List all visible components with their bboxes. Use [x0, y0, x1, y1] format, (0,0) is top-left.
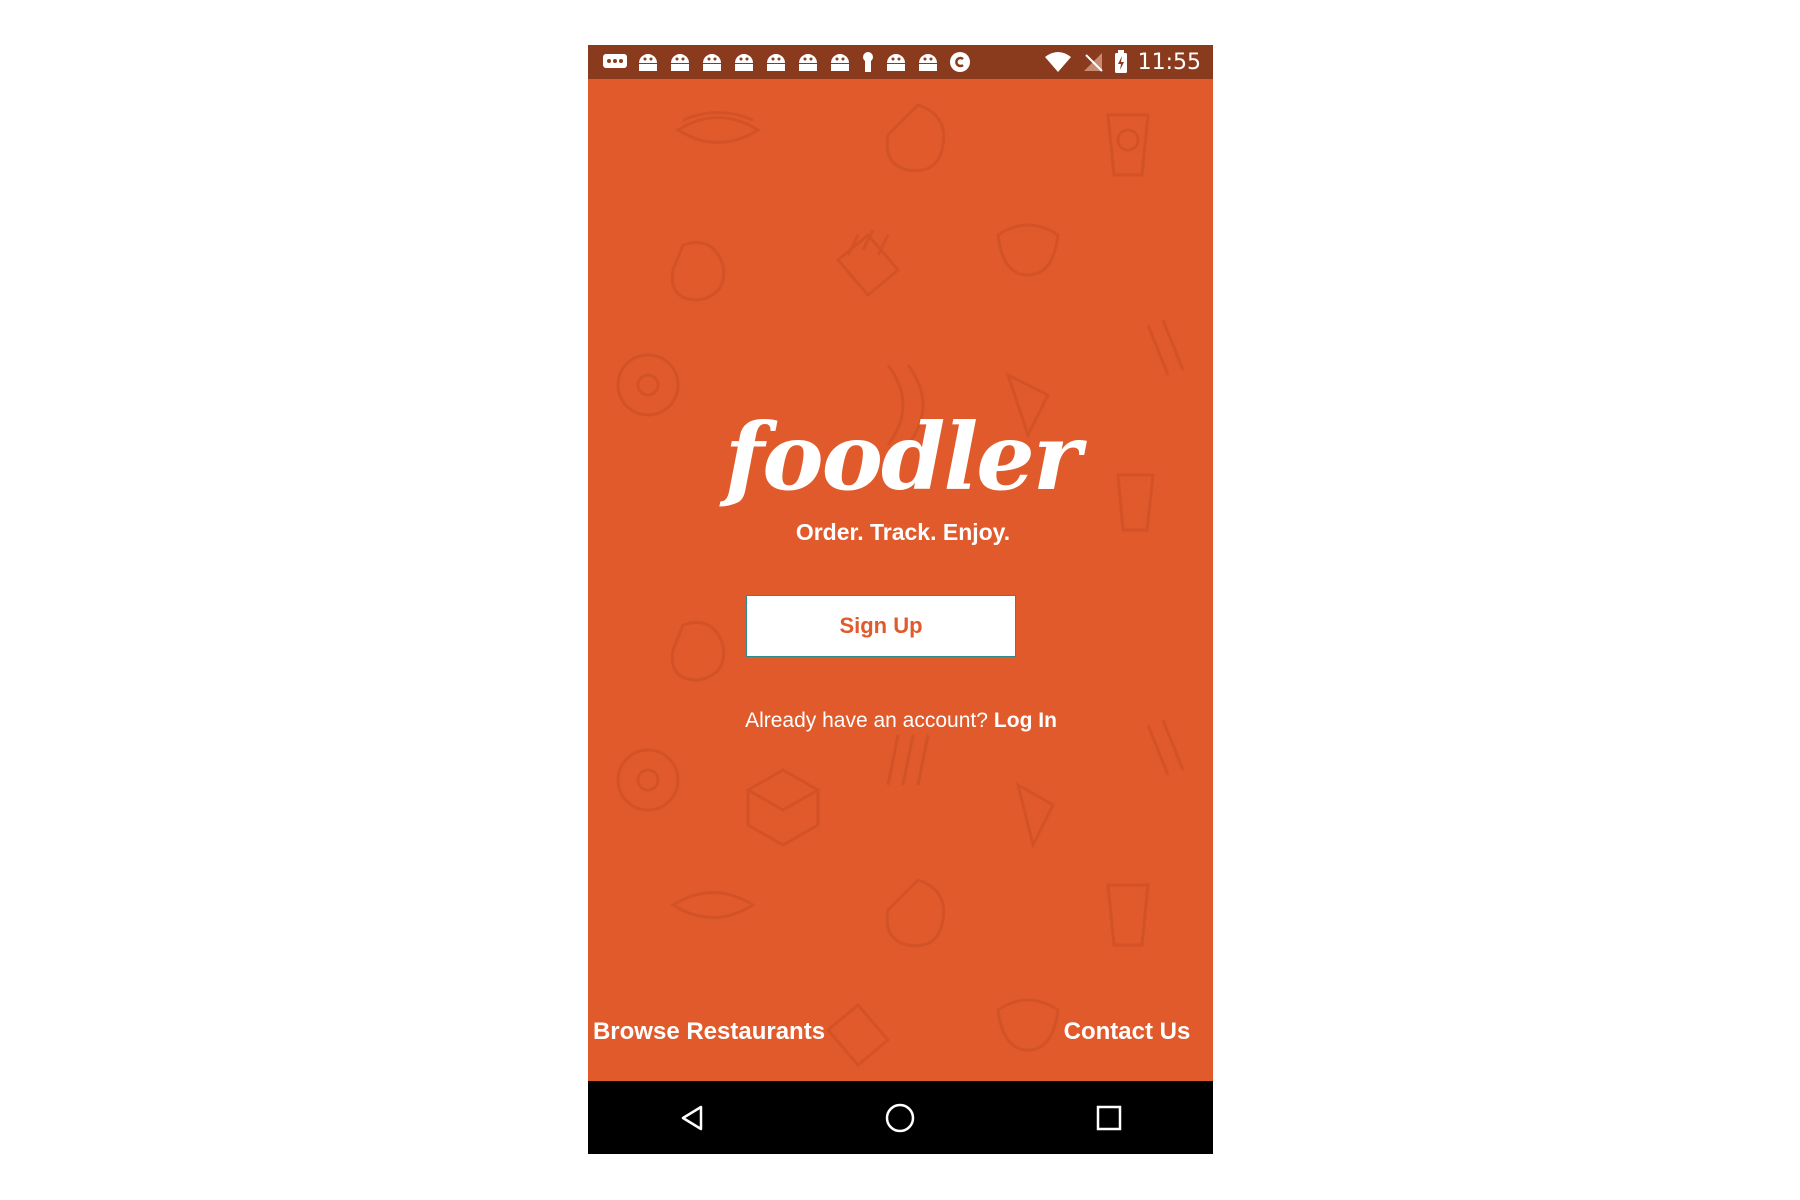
toolbar	[588, 79, 1213, 167]
nav-home-button[interactable]	[870, 1088, 930, 1148]
copyright-icon	[950, 52, 970, 72]
home-icon	[886, 1103, 915, 1132]
navigation-bar	[588, 1081, 1213, 1154]
android-icon	[735, 54, 753, 71]
battery-charging-icon	[1114, 50, 1127, 73]
clock: 11:55	[1137, 49, 1201, 75]
system-status: 11:55	[1044, 45, 1201, 79]
app-screen: 11:55 foodler Order. Track. Enjoy. Sign …	[588, 45, 1213, 1154]
login-link[interactable]: Already have an account? Log In	[741, 697, 1061, 745]
no-signal-icon	[1083, 53, 1103, 72]
contact-us-button[interactable]: Contact Us	[1063, 1008, 1191, 1056]
status-bar: 11:55	[588, 45, 1213, 79]
tagline: Order. Track. Enjoy.	[795, 518, 1011, 545]
back-icon	[681, 1105, 703, 1130]
android-icon	[919, 54, 937, 71]
android-icon	[831, 54, 849, 71]
wifi-icon	[1044, 52, 1071, 72]
nav-back-button[interactable]	[662, 1088, 722, 1148]
foodler-logo: foodler	[724, 403, 1082, 511]
notification-icons	[588, 50, 972, 74]
android-icon	[671, 54, 689, 71]
logo-container: foodler	[702, 403, 1102, 511]
login-label: Log In	[993, 709, 1057, 732]
login-prompt: Already have an account?	[745, 709, 988, 732]
browse-restaurants-button[interactable]: Browse Restaurants	[593, 1008, 825, 1056]
signup-button[interactable]: Sign Up	[746, 595, 1016, 657]
keyhole-icon	[863, 52, 873, 72]
android-icon	[767, 54, 785, 71]
android-icon	[639, 54, 657, 71]
nav-recents-button[interactable]	[1079, 1088, 1139, 1148]
android-icon	[703, 54, 721, 71]
android-icon	[887, 54, 905, 71]
message-icon	[603, 54, 627, 68]
android-icon	[799, 54, 817, 71]
recents-icon	[1096, 1105, 1122, 1130]
